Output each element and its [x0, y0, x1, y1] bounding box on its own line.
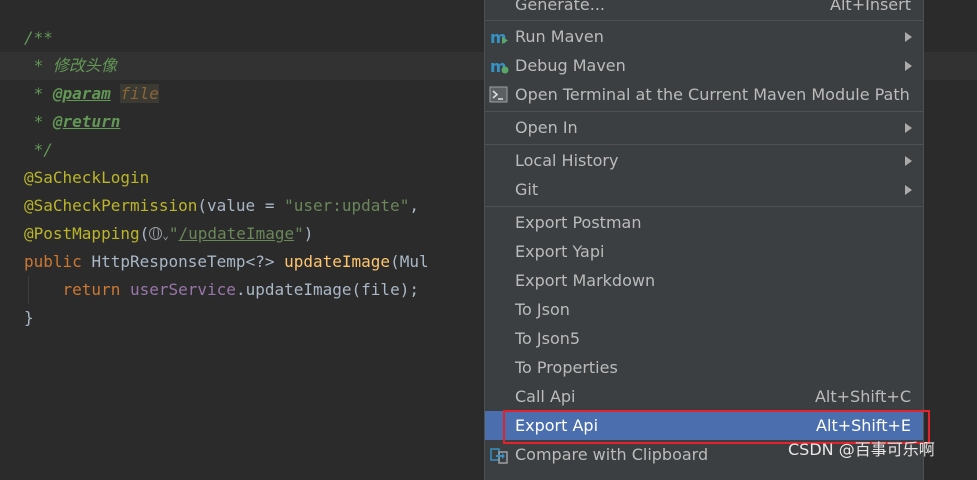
code-token: * 修改头像 [24, 56, 117, 75]
menu-separator [485, 144, 923, 145]
code-token: ) [303, 224, 314, 243]
code-token: , [409, 196, 419, 215]
code-token: @PostMapping [24, 224, 140, 243]
menu-item-export-yapi[interactable]: Export Yapi [485, 237, 923, 266]
watermark: CSDN @百事可乐啊 [788, 440, 935, 459]
code-token: public [24, 252, 92, 271]
submenu-arrow-icon [905, 123, 912, 133]
menu-item-label: Open In [515, 118, 578, 137]
maven-debug-icon: m [490, 57, 509, 75]
code-token: file [120, 84, 159, 103]
menu-item-label: Export Yapi [515, 242, 605, 261]
menu-item-git[interactable]: Git [485, 175, 923, 204]
menu-item-open-in[interactable]: Open In [485, 113, 923, 142]
menu-item-label: Export Markdown [515, 271, 656, 290]
menu-item-export-markdown[interactable]: Export Markdown [485, 266, 923, 295]
menu-separator [485, 206, 923, 207]
menu-item-open-terminal[interactable]: Open Terminal at the Current Maven Modul… [485, 80, 923, 109]
menu-item-label: Debug Maven [515, 56, 626, 75]
menu-item-export-postman[interactable]: Export Postman [485, 208, 923, 237]
menu-item-call-api[interactable]: Call Api Alt+Shift+C [485, 382, 923, 411]
code-token: (value = [197, 196, 285, 215]
menu-item-to-json5[interactable]: To Json5 [485, 324, 923, 353]
menu-item-label: To Json5 [515, 329, 581, 348]
code-token: HttpResponseTemp<?> [91, 252, 285, 271]
code-token: ( [139, 224, 150, 243]
menu-item-label: Export Api [515, 416, 599, 435]
code-token: @SaCheckPermission [24, 196, 198, 215]
menu-item-label: Local History [515, 151, 619, 170]
menu-item-shortcut: Alt+Shift+C [814, 387, 911, 406]
menu-item-to-json[interactable]: To Json [485, 295, 923, 324]
menu-item-label: Export Postman [515, 213, 642, 232]
menu-item-local-history[interactable]: Local History [485, 146, 923, 175]
menu-item-label: Git [515, 180, 539, 199]
code-token: "user:update" [284, 196, 410, 215]
menu-separator [485, 111, 923, 112]
menu-item-run-maven[interactable]: m Run Maven [485, 22, 923, 51]
menu-separator [485, 20, 923, 21]
menu-item-label: Open Terminal at the Current Maven Modul… [515, 85, 910, 104]
code-token: /** [24, 28, 53, 47]
context-menu: Generate... Alt+Insert m Run Maven m Deb… [484, 0, 924, 480]
menu-item-generate[interactable]: Generate... Alt+Insert [485, 0, 923, 19]
code-token: */ [24, 140, 53, 159]
menu-item-label: Generate... [515, 0, 605, 14]
code-token: } [24, 308, 34, 327]
code-token: @SaCheckLogin [24, 168, 150, 187]
menu-item-label: Call Api [515, 387, 576, 406]
maven-icon: m [490, 28, 508, 46]
menu-item-label: To Json [515, 300, 570, 319]
code-token: updateImage [284, 252, 391, 271]
code-token: @param [52, 84, 111, 103]
menu-item-to-properties[interactable]: To Properties [485, 353, 923, 382]
code-token: userService [129, 280, 236, 299]
svg-text:m: m [490, 28, 507, 46]
compare-icon [490, 448, 508, 464]
code-token: (Mul [390, 252, 429, 271]
code-token: /updateImage [178, 224, 295, 243]
submenu-arrow-icon [905, 61, 912, 71]
code-token: ⌄ [162, 229, 169, 242]
submenu-arrow-icon [905, 185, 912, 195]
submenu-arrow-icon [905, 156, 912, 166]
code-token: return [62, 280, 130, 299]
indent-guide [28, 276, 29, 304]
code-token: " [294, 224, 304, 243]
terminal-icon [489, 86, 508, 103]
submenu-arrow-icon [905, 32, 912, 42]
code-token: * [24, 84, 53, 103]
code-token: " [168, 224, 179, 243]
code-token: @return [52, 112, 121, 131]
menu-item-label: Run Maven [515, 27, 604, 46]
menu-item-label: To Properties [515, 358, 618, 377]
menu-item-label: Compare with Clipboard [515, 445, 709, 464]
code-token: * [24, 112, 53, 131]
menu-item-shortcut: Alt+Insert [830, 0, 911, 14]
globe-icon[interactable] [149, 227, 163, 240]
code-token: .updateImage(file); [235, 280, 419, 299]
menu-item-debug-maven[interactable]: m Debug Maven [485, 51, 923, 80]
